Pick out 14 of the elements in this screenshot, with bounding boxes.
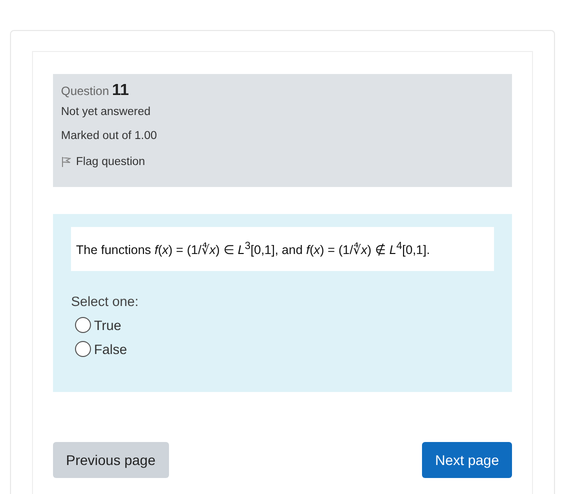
answer-option[interactable]: False	[71, 341, 494, 358]
previous-button[interactable]: Previous page	[53, 442, 169, 478]
flag-link[interactable]: Flag question	[61, 156, 146, 168]
marks-text: Marked out of 1.00	[61, 130, 158, 142]
flag-icon	[61, 156, 71, 167]
question-label: Question	[61, 84, 110, 98]
status-text: Not yet answered	[61, 106, 152, 118]
question-text: The functions f(x) = (1/∜x) ∈ L$^{3}$[0,1], and f(x) = (1/∜x) ∉ L$^{4}$[0,1].	[71, 227, 494, 272]
next-button[interactable]: Next page	[422, 442, 512, 478]
answer-option[interactable]: True	[71, 317, 494, 334]
question-number: 11	[112, 82, 129, 100]
prompt-text: Select one:	[71, 294, 140, 310]
radio-button[interactable]	[75, 317, 91, 334]
radio-button[interactable]	[75, 341, 91, 358]
